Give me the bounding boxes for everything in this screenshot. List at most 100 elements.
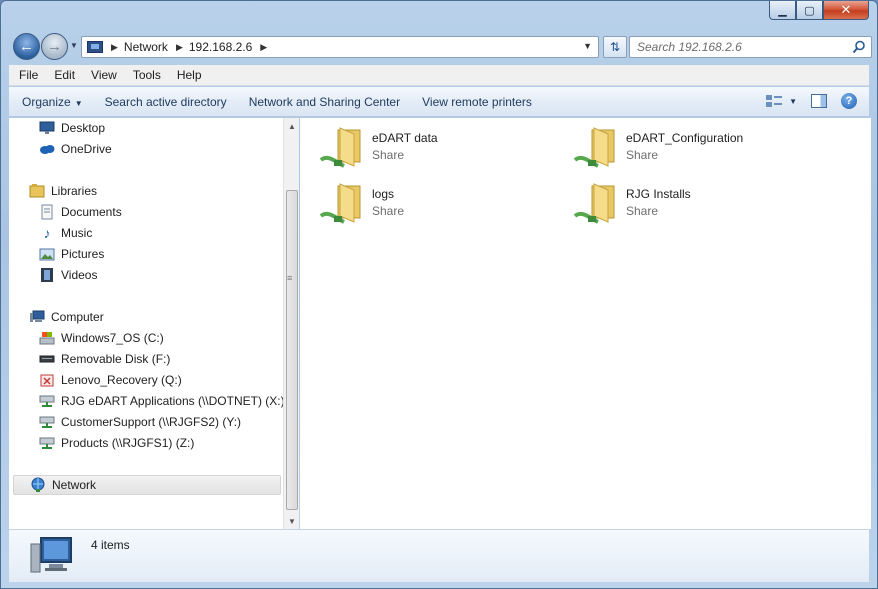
toolbar-right-group: ▼ ? — [765, 93, 857, 109]
tree-item-label: Pictures — [61, 247, 105, 261]
computer-icon — [29, 309, 45, 325]
shared-folder-icon — [573, 183, 615, 224]
scroll-down-arrow-icon[interactable]: ▼ — [284, 513, 300, 529]
tree-item-drive-y[interactable]: CustomerSupport (\\RJGFS2) (Y:) — [39, 412, 241, 432]
breadcrumb-network[interactable]: Network — [124, 40, 168, 54]
scroll-grip-icon: ≡ — [287, 273, 293, 283]
organize-button[interactable]: Organize ▼ — [13, 95, 92, 109]
tree-item-network[interactable]: Network — [13, 475, 281, 495]
tree-item-computer[interactable]: Computer — [29, 307, 104, 327]
organize-label: Organize — [22, 94, 71, 109]
onedrive-icon — [39, 141, 55, 157]
command-bar: Organize ▼ Search active directory Networ… — [9, 87, 869, 117]
network-drive-icon — [39, 414, 55, 430]
help-button[interactable]: ? — [841, 93, 857, 109]
tree-item-label: CustomerSupport (\\RJGFS2) (Y:) — [61, 415, 242, 429]
forward-button[interactable]: → — [41, 33, 68, 60]
file-list: eDART data Share eDART_Configuration Sha… — [300, 118, 871, 529]
navigation-pane: Desktop OneDrive Libraries Documents ♪ M… — [9, 118, 283, 529]
share-item[interactable]: eDART data Share — [318, 124, 548, 176]
search-placeholder: Search 192.168.2.6 — [637, 40, 742, 54]
network-computer-icon — [87, 41, 103, 53]
details-pane: 4 items — [9, 529, 869, 582]
tree-item-onedrive[interactable]: OneDrive — [39, 139, 112, 159]
breadcrumb-chevron-icon[interactable]: ▶ — [260, 42, 267, 53]
tree-item-documents[interactable]: Documents — [39, 202, 122, 222]
share-item[interactable]: eDART_Configuration Share — [572, 124, 802, 176]
menu-edit[interactable]: Edit — [48, 68, 81, 82]
scroll-up-arrow-icon[interactable]: ▲ — [284, 118, 300, 134]
search-input[interactable]: Search 192.168.2.6 — [629, 36, 872, 58]
tree-item-label: Windows7_OS (C:) — [61, 331, 164, 345]
share-type: Share — [626, 204, 659, 218]
address-dropdown-button[interactable]: ▼ — [583, 41, 592, 51]
tree-item-desktop[interactable]: Desktop — [39, 118, 105, 138]
refresh-button[interactable]: ⇅ — [603, 36, 627, 58]
breadcrumb-chevron-icon[interactable]: ▶ — [111, 42, 118, 53]
tree-item-drive-z[interactable]: Products (\\RJGFS1) (Z:) — [39, 433, 194, 453]
chevron-down-icon[interactable]: ▼ — [789, 97, 797, 106]
view-remote-printers-button[interactable]: View remote printers — [413, 95, 541, 109]
tree-item-label: Computer — [51, 310, 104, 324]
tree-item-drive-f[interactable]: Removable Disk (F:) — [39, 349, 170, 369]
pictures-icon — [39, 246, 55, 262]
menu-tools[interactable]: Tools — [127, 68, 167, 82]
breadcrumb-host[interactable]: 192.168.2.6 — [189, 40, 252, 54]
views-icon — [766, 95, 783, 107]
tree-item-label: Lenovo_Recovery (Q:) — [61, 373, 182, 387]
search-icon[interactable] — [852, 40, 866, 54]
tree-item-label: Videos — [61, 268, 98, 282]
share-name: RJG Installs — [626, 187, 691, 201]
tree-item-label: Libraries — [51, 184, 98, 198]
arrow-left-icon: ← — [19, 38, 34, 55]
removable-disk-icon — [39, 351, 55, 367]
tree-item-drive-x[interactable]: RJG eDART Applications (\\DOTNET) (X:) — [39, 391, 283, 411]
recovery-disk-icon — [39, 372, 55, 388]
share-name: logs — [372, 187, 395, 201]
tree-item-label: Products (\\RJGFS1) (Z:) — [61, 436, 195, 450]
search-active-directory-button[interactable]: Search active directory — [96, 95, 236, 109]
tree-item-label: RJG eDART Applications (\\DOTNET) (X:) — [61, 394, 283, 408]
network-computer-icon — [30, 537, 72, 573]
breadcrumb-chevron-icon[interactable]: ▶ — [176, 42, 183, 53]
share-type: Share — [372, 148, 405, 162]
close-button[interactable]: ✕ — [823, 1, 869, 20]
share-item[interactable]: RJG Installs Share — [572, 180, 802, 232]
share-item[interactable]: logs Share — [318, 180, 548, 232]
tree-item-music[interactable]: ♪ Music — [39, 223, 93, 243]
tree-item-label: Network — [52, 478, 97, 492]
recent-pages-button[interactable]: ▼ — [70, 41, 78, 50]
item-count: 4 items — [91, 538, 130, 552]
share-type: Share — [626, 148, 659, 162]
back-button[interactable]: ← — [13, 33, 40, 60]
tree-item-label: Removable Disk (F:) — [61, 352, 171, 366]
desktop-icon — [39, 120, 55, 136]
navigation-pane-scrollbar[interactable]: ▲ ≡ ▼ — [283, 118, 299, 529]
maximize-button[interactable]: ▢ — [796, 1, 823, 20]
chevron-down-icon: ▼ — [74, 98, 83, 108]
share-name: eDART_Configuration — [626, 131, 744, 145]
libraries-icon — [29, 183, 45, 199]
navigation-row: ← → ▼ ▶ Network ▶ 192.168.2.6 ▶ ▼ ⇅ Sear… — [11, 31, 872, 63]
tree-item-label: Documents — [61, 205, 122, 219]
scrollbar-thumb[interactable] — [286, 190, 298, 510]
preview-pane-icon[interactable] — [811, 94, 827, 108]
caption-buttons: ▁ ▢ ✕ — [769, 1, 869, 21]
address-bar[interactable]: ▶ Network ▶ 192.168.2.6 ▶ ▼ — [81, 36, 599, 58]
minimize-button[interactable]: ▁ — [769, 1, 796, 20]
share-name: eDART data — [372, 131, 438, 145]
shared-folder-icon — [319, 183, 361, 224]
network-sharing-center-button[interactable]: Network and Sharing Center — [240, 95, 409, 109]
tree-item-pictures[interactable]: Pictures — [39, 244, 104, 264]
network-icon — [30, 477, 46, 493]
tree-item-videos[interactable]: Videos — [39, 265, 97, 285]
tree-item-drive-q[interactable]: Lenovo_Recovery (Q:) — [39, 370, 182, 390]
change-view-button[interactable]: ▼ — [765, 94, 797, 108]
network-drive-icon — [39, 393, 55, 409]
menu-file[interactable]: File — [13, 68, 44, 82]
menu-view[interactable]: View — [85, 68, 123, 82]
tree-item-libraries[interactable]: Libraries — [29, 181, 97, 201]
shared-folder-icon — [573, 127, 615, 168]
menu-help[interactable]: Help — [171, 68, 208, 82]
tree-item-drive-c[interactable]: Windows7_OS (C:) — [39, 328, 164, 348]
